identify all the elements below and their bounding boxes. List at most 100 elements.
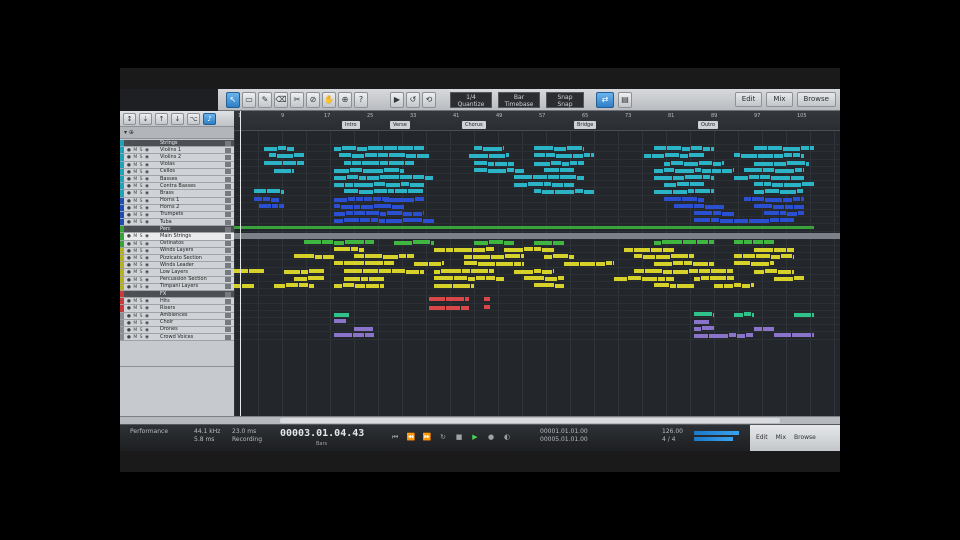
note-event[interactable] [474,240,488,245]
note-event[interactable] [414,262,428,267]
note-event[interactable] [555,284,564,288]
note-event[interactable] [514,262,521,267]
tool-button-4[interactable]: ✂ [290,92,304,108]
note-event[interactable] [584,190,594,195]
track-buttons[interactable]: ● M S ◉ [124,205,160,211]
note-event[interactable] [689,254,694,259]
note-event[interactable] [754,203,772,208]
ruler-marker[interactable]: Verse [390,121,410,129]
track-buttons[interactable]: ● M S ◉ [124,183,160,189]
note-event[interactable] [299,283,308,287]
note-event[interactable] [361,204,373,209]
note-event[interactable] [702,168,711,173]
track-tool-0[interactable]: ↕ [123,113,136,125]
note-event[interactable] [772,183,783,188]
note-event[interactable] [442,261,444,266]
note-event[interactable] [354,204,360,209]
note-event[interactable] [486,247,494,251]
note-event[interactable] [552,183,563,188]
note-event[interactable] [781,254,792,259]
track-tool-4[interactable]: ⌥ [187,113,200,125]
note-event[interactable] [741,154,757,159]
note-event[interactable] [356,196,363,201]
note-event[interactable] [334,183,344,188]
note-event[interactable] [654,190,672,195]
note-event[interactable] [353,333,364,338]
note-event[interactable] [569,255,574,260]
note-event[interactable] [787,160,805,165]
note-event[interactable] [744,311,751,316]
note-event[interactable] [652,154,664,159]
note-event[interactable] [760,175,770,179]
note-event[interactable] [484,304,490,309]
note-event[interactable] [259,203,271,208]
note-event[interactable] [654,146,666,151]
note-event[interactable] [613,261,614,266]
note-event[interactable] [315,255,322,260]
note-event[interactable] [534,240,552,245]
note-event[interactable] [751,262,769,267]
track-buttons[interactable]: ▾ [124,226,160,232]
note-event[interactable] [544,182,551,187]
performance-meter[interactable]: Performance [130,428,168,448]
note-event[interactable] [560,167,574,172]
tool-button-3[interactable]: ⌫ [274,92,288,108]
note-event[interactable] [359,190,373,195]
note-event[interactable] [399,254,406,259]
note-event[interactable] [406,154,416,159]
note-event[interactable] [754,248,773,252]
note-event[interactable] [778,269,791,274]
note-event[interactable] [522,262,524,267]
note-event[interactable] [558,275,564,280]
note-event[interactable] [553,240,564,245]
track-buttons[interactable]: ● M S ◉ [124,255,160,261]
note-event[interactable] [534,268,541,273]
note-event[interactable] [533,175,547,179]
note-event[interactable] [734,283,741,287]
note-event[interactable] [545,276,557,281]
note-event[interactable] [570,160,577,165]
note-event[interactable] [367,176,379,180]
note-event[interactable] [774,333,791,338]
note-event[interactable] [365,254,382,259]
note-event[interactable] [709,334,728,339]
note-event[interactable] [654,176,672,180]
note-event[interactable] [392,268,405,273]
note-event[interactable] [471,268,488,273]
note-event[interactable] [344,160,351,165]
note-event[interactable] [415,196,424,201]
note-event[interactable] [425,176,433,180]
note-event[interactable] [795,167,802,172]
note-event[interactable] [364,196,372,201]
note-event[interactable] [386,183,400,188]
ruler-marker[interactable]: Outro [698,121,719,129]
note-event[interactable] [727,268,733,273]
note-event[interactable] [249,268,264,273]
note-event[interactable] [462,268,470,273]
note-event[interactable] [534,283,554,287]
note-event[interactable] [279,203,284,208]
note-event[interactable] [744,167,762,172]
time-display[interactable]: 00003.01.04.43 [280,428,364,439]
note-event[interactable] [578,160,584,165]
note-event[interactable] [271,197,279,202]
note-event[interactable] [801,196,804,201]
note-event[interactable] [812,333,814,338]
note-event[interactable] [663,248,674,252]
note-event[interactable] [754,327,762,332]
note-event[interactable] [742,284,750,288]
note-event[interactable] [765,189,779,194]
note-event[interactable] [705,204,724,209]
note-event[interactable] [504,248,523,252]
note-event[interactable] [384,261,394,266]
note-event[interactable] [471,284,474,288]
scrollbar-thumb[interactable] [280,418,780,423]
note-event[interactable] [410,183,424,188]
note-event[interactable] [798,211,804,215]
track-buttons[interactable]: ● M S ◉ [124,162,160,168]
note-event[interactable] [734,219,748,224]
note-event[interactable] [351,247,358,251]
note-event[interactable] [714,284,723,288]
note-event[interactable] [323,255,334,260]
toolbar-transport-button-1[interactable]: ↺ [406,92,420,108]
